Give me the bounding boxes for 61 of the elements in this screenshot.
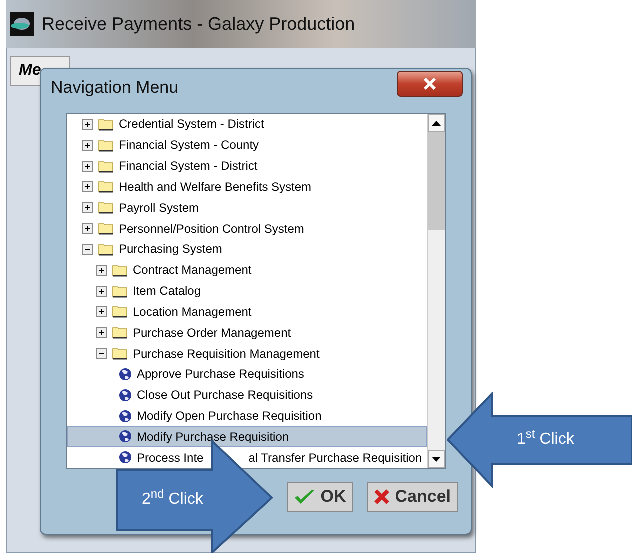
expand-icon[interactable] — [82, 118, 93, 130]
tree-item[interactable]: Personnel/Position Control System — [67, 218, 427, 239]
close-button[interactable] — [397, 71, 463, 97]
expand-icon[interactable] — [82, 181, 93, 192]
scroll-up-icon — [432, 120, 441, 126]
tree-item[interactable]: Health and Welfare Benefits System — [67, 176, 427, 198]
tree-item[interactable]: Payroll System — [67, 197, 427, 218]
globe-icon — [119, 388, 132, 402]
expand-icon[interactable] — [96, 306, 107, 318]
tree-item[interactable]: Financial System - District — [67, 156, 427, 176]
callout-label: 1$^{st}$ Click — [517, 428, 574, 450]
callout-label: 2$^{nd}$ Click — [142, 488, 204, 510]
expand-icon[interactable] — [82, 140, 93, 151]
folder-icon — [98, 222, 114, 236]
collapse-icon[interactable] — [82, 244, 93, 255]
tree-item[interactable]: Modify Open Purchase Requisition — [67, 406, 427, 426]
tree-item[interactable]: Purchasing System — [67, 238, 427, 260]
window-title: Receive Payments - Galaxy Production — [42, 12, 356, 36]
folder-icon — [98, 180, 114, 194]
globe-icon — [119, 430, 132, 444]
close-icon — [423, 78, 437, 90]
app-icon — [10, 12, 34, 36]
expand-icon[interactable] — [82, 202, 93, 214]
tree-item[interactable]: Item Catalog — [67, 280, 427, 302]
tree-item[interactable]: Approve Purchase Requisitions — [67, 364, 427, 385]
tree-item[interactable]: Process Inte al Transfer Purchase Requisition — [67, 447, 427, 468]
tree-item[interactable]: Purchase Requisition Management — [67, 343, 427, 364]
tree-item[interactable]: Modify Purchase Requisition — [67, 426, 427, 448]
expand-icon[interactable] — [82, 223, 93, 234]
folder-icon — [98, 118, 114, 131]
folder-icon — [98, 201, 114, 214]
expand-icon[interactable] — [96, 327, 107, 338]
expand-icon[interactable] — [96, 264, 107, 276]
cancel-button[interactable]: Cancel — [367, 482, 458, 512]
expand-icon[interactable] — [96, 286, 107, 297]
folder-icon — [112, 326, 128, 340]
scrollbar[interactable] — [427, 114, 445, 468]
collapse-icon[interactable] — [96, 348, 107, 360]
folder-icon — [98, 160, 114, 173]
expand-icon[interactable] — [82, 160, 93, 172]
cross-icon — [374, 489, 390, 505]
tree-item[interactable]: Credential System - District — [67, 114, 427, 135]
item-label: Process Inte — [137, 450, 204, 467]
ok-button[interactable]: OK — [286, 482, 354, 512]
folder-icon — [98, 242, 114, 256]
tree-item[interactable]: Contract Management — [67, 260, 427, 281]
tree-item[interactable]: Location Management — [67, 301, 427, 322]
folder-icon — [112, 284, 128, 298]
tree-item[interactable]: Close Out Purchase Requisitions — [67, 384, 427, 406]
folder-icon — [112, 347, 128, 360]
folder-icon — [98, 138, 114, 152]
globe-icon — [119, 410, 132, 422]
folder-icon — [112, 264, 128, 277]
tree-item[interactable]: Financial System - County — [67, 134, 427, 156]
globe-icon — [119, 368, 132, 381]
item-label: al Transfer Purchase Requisition — [248, 450, 422, 467]
folder-icon — [112, 305, 128, 318]
tree-item[interactable]: Purchase Order Management — [67, 322, 427, 344]
globe-icon — [119, 451, 132, 464]
scroll-down-icon — [432, 456, 441, 462]
checkmark-icon — [294, 489, 316, 505]
